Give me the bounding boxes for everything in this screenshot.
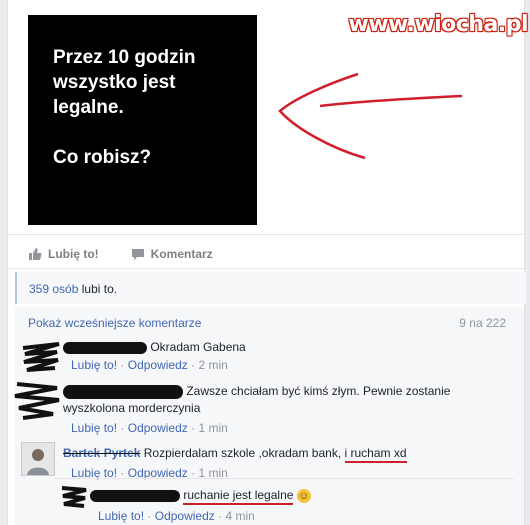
comments-count: 9 na 222 (459, 316, 506, 330)
comment-text: Rozpierdalam szkole ,okradam bank, (143, 446, 345, 460)
comment-text-highlighted: ruchanie jest legalne (183, 488, 294, 505)
watermark: www.wiocha.pl (348, 12, 528, 37)
comment-icon (131, 249, 144, 260)
post-image-line: Co robisz? (53, 147, 152, 168)
avatar-scribbled[interactable] (13, 378, 60, 420)
comment-text: Okradam Gabena (150, 340, 246, 354)
comment-reply-link[interactable]: Odpowiedz (155, 509, 215, 523)
scribbled-author-name (63, 384, 183, 399)
avatar-scribbled[interactable] (60, 484, 87, 508)
comment-text-highlighted: i rucham xd (344, 446, 407, 463)
likes-summary: 359 osób lubi to. (15, 272, 526, 304)
comment-button[interactable]: Komentarz (131, 247, 213, 261)
comment-1: Okradam Gabena Lubię to! · Odpowiedz · 2… (63, 340, 246, 372)
like-label: Lubię to! (48, 247, 99, 261)
comment-time: 4 min (225, 508, 255, 523)
comment-time: 1 min (198, 420, 228, 435)
comment-text-line2: wyszkolona morderczynia (63, 400, 201, 415)
comment-reply-link[interactable]: Odpowiedz (128, 421, 188, 435)
comment-reply: ruchanie jest legalne ☺ Lubię to! · Odpo… (90, 488, 311, 523)
comment-like-link[interactable]: Lubię to! (98, 509, 144, 523)
post-image-line: wszystko jest (53, 72, 176, 93)
thumbs-up-icon (29, 248, 42, 260)
comment-time: 2 min (198, 358, 228, 372)
scribbled-author-name (63, 341, 147, 354)
post-card: Przez 10 godzin wszystko jest legalne. C… (7, 0, 526, 525)
comment-author[interactable]: Bartek Pyrtek (63, 446, 140, 460)
red-arrow-annotation (278, 72, 463, 160)
post-actions: Lubię to! Komentarz (28, 244, 245, 264)
comment-reply-link[interactable]: Odpowiedz (128, 358, 188, 372)
post-image-line: Przez 10 godzin (53, 47, 196, 68)
comment-like-link[interactable]: Lubię to! (71, 421, 117, 435)
post-image-line: legalne. (53, 97, 124, 118)
comment-label: Komentarz (150, 247, 213, 261)
post-image[interactable]: Przez 10 godzin wszystko jest legalne. C… (28, 15, 257, 225)
likes-rest: lubi to. (78, 282, 118, 296)
comment-like-link[interactable]: Lubię to! (71, 358, 117, 372)
comment-2: Zawsze chciałam być kimś złym. Pewnie zo… (63, 384, 451, 435)
smiley-emoji-icon: ☺ (296, 488, 311, 503)
show-previous-comments-link[interactable]: Pokaż wcześniejsze komentarze (28, 316, 201, 330)
avatar-scribbled[interactable] (21, 340, 60, 372)
comment-3: Bartek Pyrtek Rozpierdalam szkole ,okrad… (63, 446, 407, 480)
comment-text: Zawsze chciałam być kimś złym. Pewnie zo… (186, 384, 451, 398)
likes-count-link[interactable]: 359 osób (29, 282, 78, 296)
avatar[interactable] (21, 442, 55, 476)
scribbled-author-name (90, 489, 180, 502)
like-button[interactable]: Lubię to! (28, 247, 99, 261)
